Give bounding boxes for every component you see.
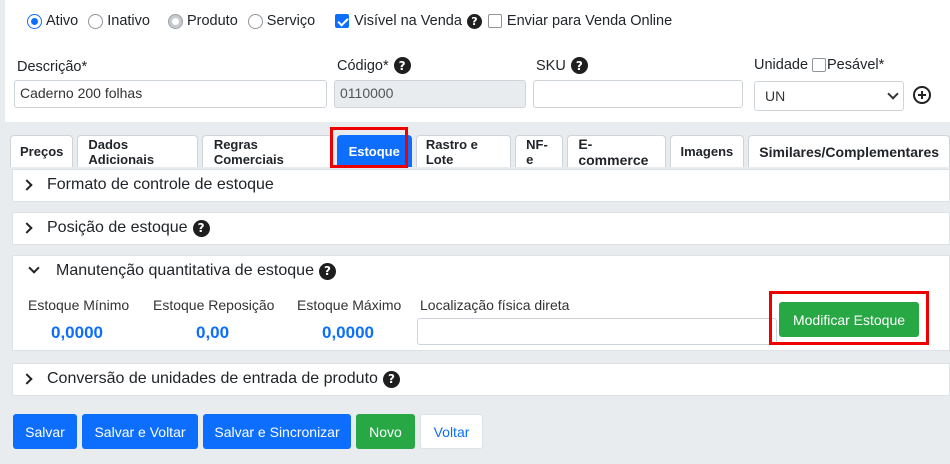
- unidade-label: Unidade Pesável*: [754, 57, 884, 73]
- servico-label: Serviço: [266, 13, 316, 29]
- ativo-label: Ativo: [46, 13, 79, 29]
- unidade-label-text: Unidade: [754, 57, 809, 73]
- unidade-select[interactable]: UN: [754, 81, 904, 111]
- chevron-down-icon: [28, 262, 40, 274]
- product-tabs: Preços Dados Adicionais Regras Comerciai…: [10, 135, 950, 168]
- manutencao-header[interactable]: Manutenção quantitativa de estoque ?: [13, 256, 949, 286]
- servico-radio[interactable]: [247, 13, 263, 29]
- produto-radio[interactable]: [167, 13, 183, 29]
- manutencao-title: Manutenção quantitativa de estoque: [56, 262, 314, 279]
- produto-label: Produto: [186, 13, 238, 29]
- ativo-option[interactable]: Ativo: [27, 13, 78, 29]
- pesavel-checkbox[interactable]: [812, 58, 827, 72]
- tab-similares[interactable]: Similares/Complementares: [748, 135, 950, 167]
- localizacao-label: Localização física direta: [420, 297, 570, 313]
- formato-title: Formato de controle de estoque: [47, 176, 274, 193]
- sku-label: SKU ?: [536, 57, 588, 74]
- tab-regras-comerciais[interactable]: Regras Comerciais: [201, 135, 333, 167]
- unidade-select-value: UN: [765, 88, 786, 104]
- visivel-venda-label: Visível na Venda: [354, 13, 462, 29]
- descricao-input[interactable]: Caderno 200 folhas: [14, 80, 327, 108]
- pesavel-label: Pesável*: [827, 57, 885, 73]
- formato-header[interactable]: Formato de controle de estoque: [13, 170, 949, 200]
- descricao-label-text: Descrição*: [17, 59, 88, 75]
- tab-nfe[interactable]: NF-e: [515, 135, 564, 167]
- tab-rastro-lote[interactable]: Rastro e Lote: [415, 135, 512, 167]
- chevron-right-icon: [21, 222, 33, 234]
- codigo-help-icon[interactable]: ?: [393, 57, 411, 74]
- voltar-button[interactable]: Voltar: [420, 414, 483, 449]
- sku-help-icon[interactable]: ?: [570, 57, 588, 74]
- sku-input[interactable]: [533, 80, 743, 108]
- manutencao-section[interactable]: Manutenção quantitativa de estoque ?: [12, 255, 950, 289]
- codigo-label: Código* ?: [337, 57, 411, 74]
- estoque-tab-highlight: [330, 127, 408, 168]
- formato-section[interactable]: Formato de controle de estoque: [12, 169, 950, 202]
- salvar-voltar-button[interactable]: Salvar e Voltar: [82, 414, 198, 449]
- estoque-maximo-value: 0,0000: [322, 323, 374, 342]
- chevron-right-icon: [21, 179, 33, 191]
- tab-ecommerce[interactable]: E-commerce: [567, 135, 666, 168]
- tab-precos[interactable]: Preços: [10, 135, 74, 167]
- salvar-sincronizar-button[interactable]: Salvar e Sincronizar: [203, 414, 351, 449]
- chevron-right-icon: [21, 373, 33, 385]
- posicao-title: Posição de estoque: [47, 219, 188, 236]
- venda-online-checkbox[interactable]: [487, 14, 502, 28]
- visivel-venda-option[interactable]: Visível na Venda ?: [335, 13, 482, 29]
- estoque-reposicao-label: Estoque Reposição: [153, 297, 275, 313]
- sku-label-text: SKU: [536, 57, 566, 74]
- estoque-maximo-label: Estoque Máximo: [297, 297, 402, 313]
- venda-online-label: Enviar para Venda Online: [506, 13, 673, 29]
- novo-button[interactable]: Novo: [356, 414, 415, 449]
- estoque-minimo-label: Estoque Mínimo: [28, 297, 130, 313]
- conversao-title: Conversão de unidades de entrada de prod…: [47, 370, 378, 387]
- inativo-option[interactable]: Inativo: [88, 13, 150, 29]
- chevron-down-icon: [887, 88, 899, 100]
- tab-imagens[interactable]: Imagens: [669, 135, 745, 167]
- codigo-input[interactable]: 0110000: [334, 80, 526, 108]
- estoque-minimo-value: 0,0000: [51, 323, 103, 342]
- posicao-header[interactable]: Posição de estoque ?: [13, 213, 949, 243]
- estoque-reposicao-value: 0,00: [196, 323, 230, 342]
- salvar-button[interactable]: Salvar: [13, 414, 77, 449]
- status-options-row: Ativo Inativo Produto Serviço Visível na…: [27, 11, 682, 31]
- inativo-radio[interactable]: [88, 13, 104, 29]
- manutencao-help-icon[interactable]: ?: [318, 262, 336, 280]
- localizacao-input[interactable]: [417, 318, 777, 345]
- codigo-label-text: Código*: [337, 57, 389, 74]
- posicao-section[interactable]: Posição de estoque ?: [12, 212, 950, 245]
- produto-option[interactable]: Produto: [167, 13, 238, 29]
- help-icon[interactable]: ?: [466, 13, 482, 29]
- conversao-section[interactable]: Conversão de unidades de entrada de prod…: [12, 363, 950, 396]
- conversao-header[interactable]: Conversão de unidades de entrada de prod…: [13, 364, 949, 394]
- conversao-help-icon[interactable]: ?: [382, 370, 400, 388]
- inativo-label: Inativo: [107, 13, 150, 29]
- venda-online-option[interactable]: Enviar para Venda Online: [487, 13, 673, 29]
- tab-dados-adicionais[interactable]: Dados Adicionais: [77, 135, 198, 167]
- ativo-radio[interactable]: [27, 13, 42, 29]
- servico-option[interactable]: Serviço: [247, 13, 316, 29]
- add-unit-icon[interactable]: [913, 86, 931, 104]
- descricao-label: Descrição*: [17, 59, 87, 75]
- posicao-help-icon[interactable]: ?: [192, 219, 210, 237]
- modificar-estoque-highlight: [769, 291, 929, 345]
- visivel-venda-checkbox[interactable]: [335, 14, 350, 28]
